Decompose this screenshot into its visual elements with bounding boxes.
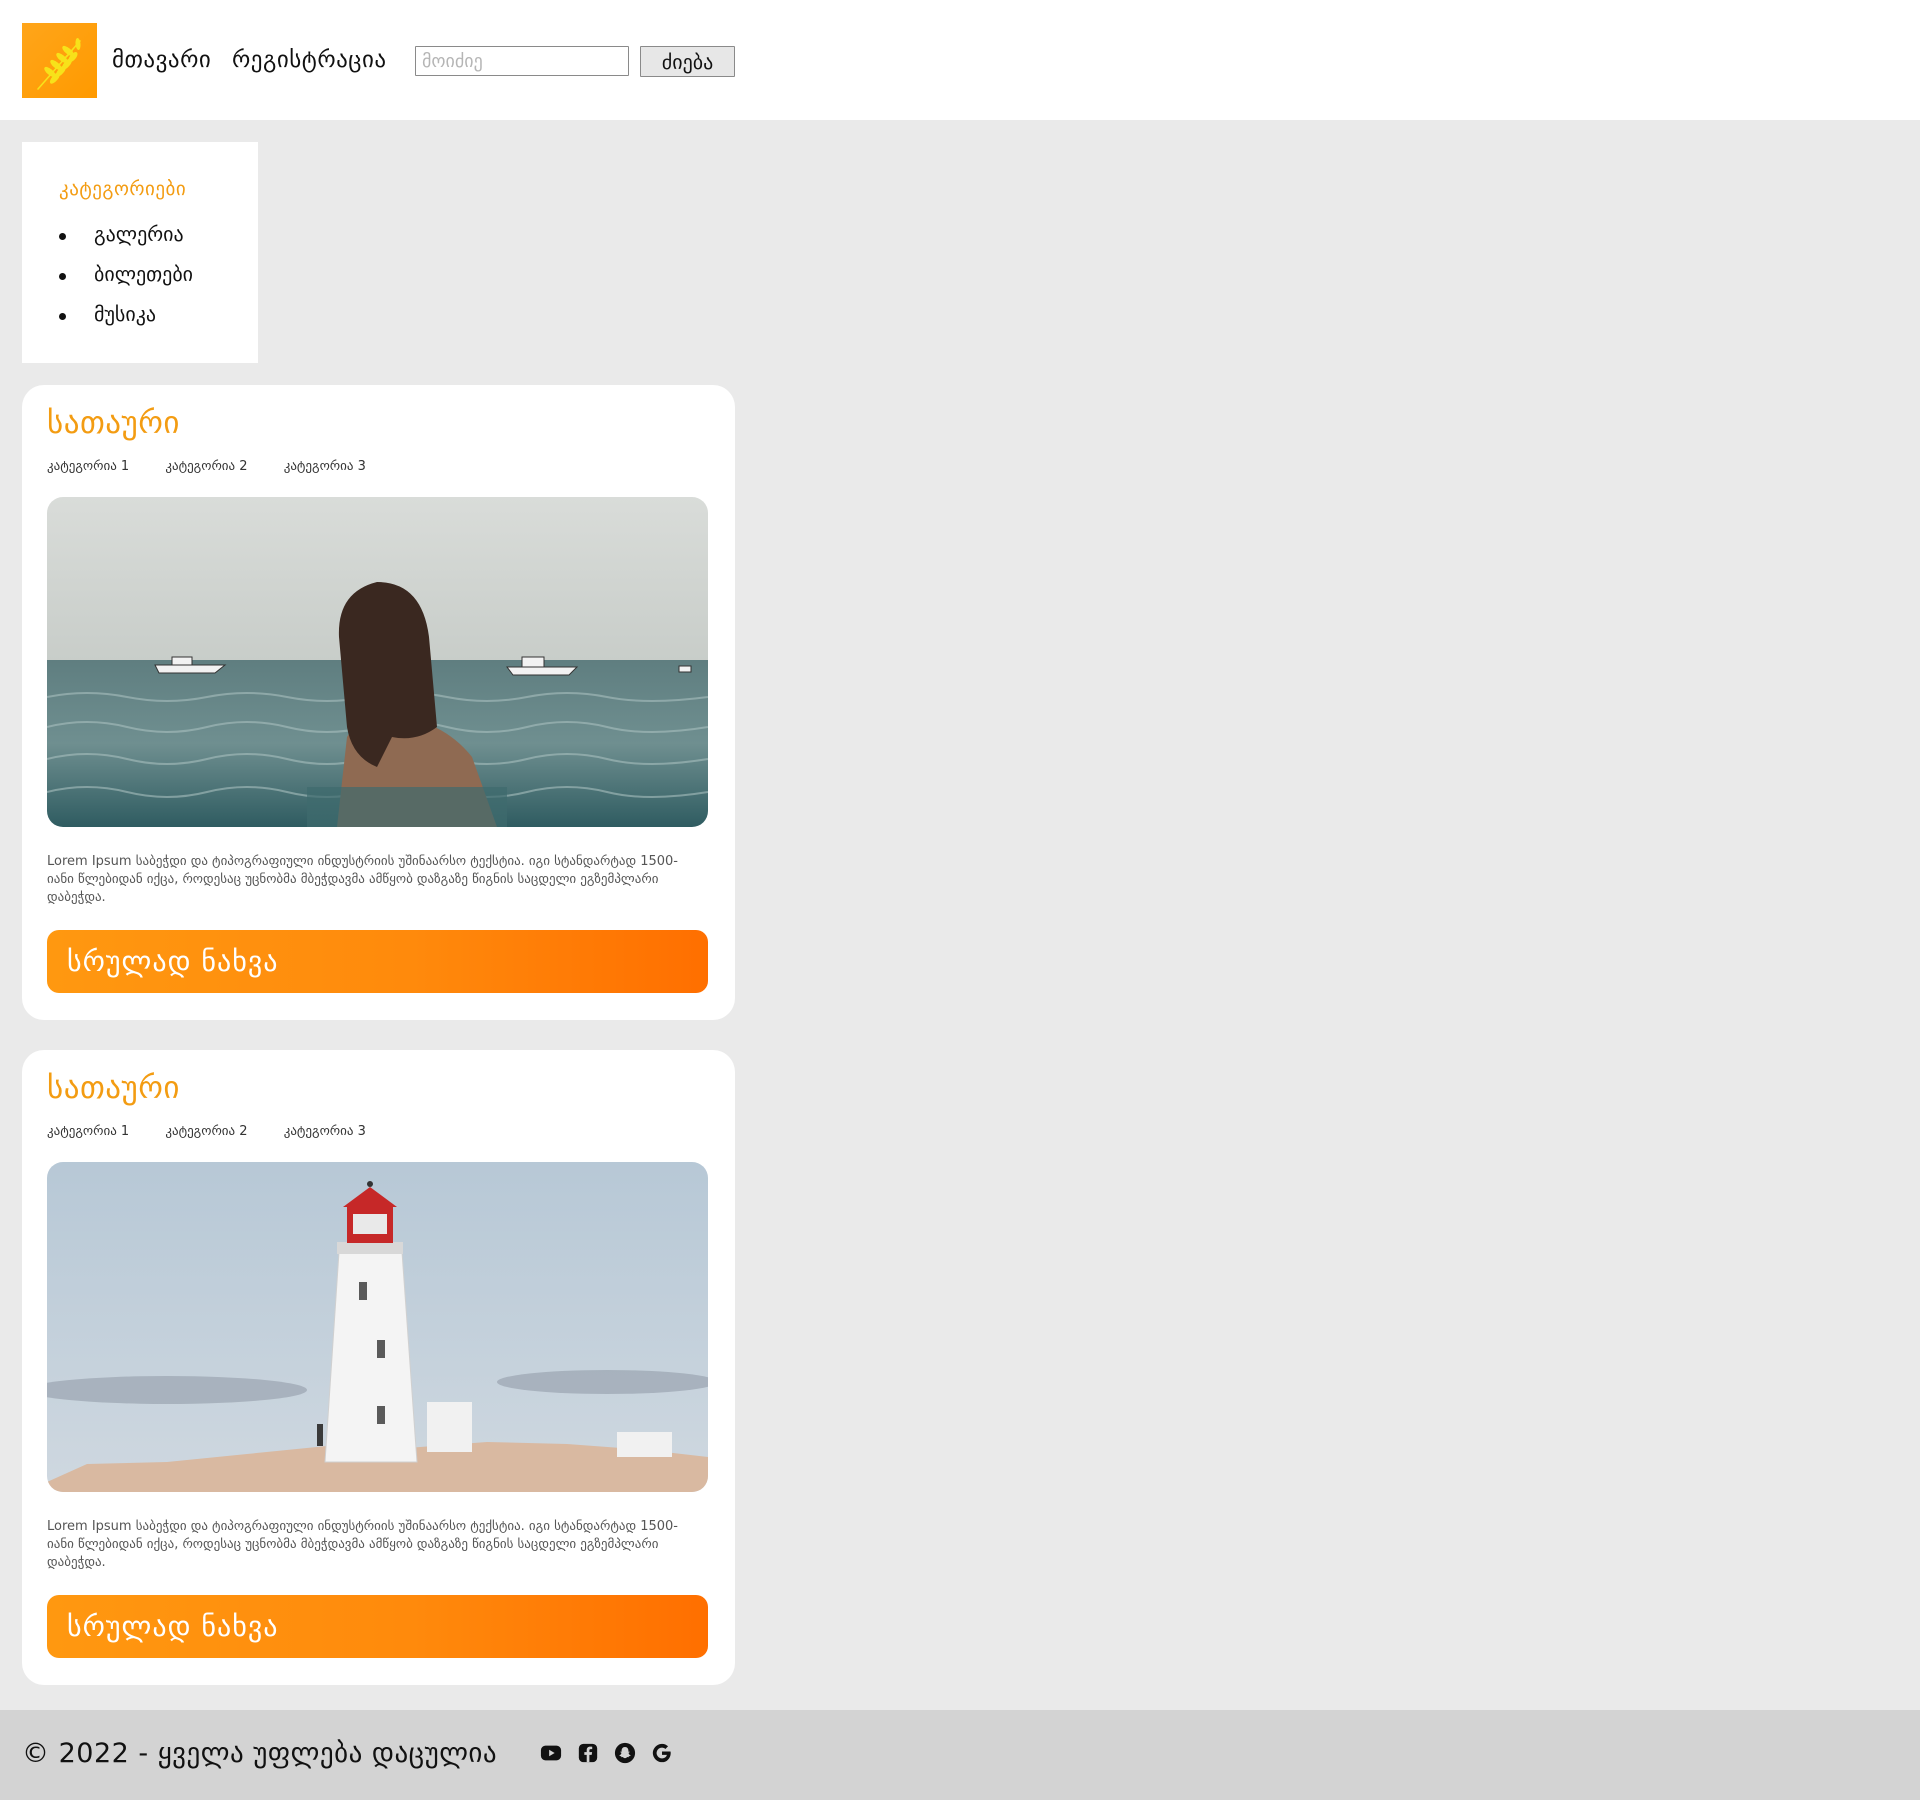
copyright-text: © 2022 - ყველა უფლება დაცულია: [22, 1738, 498, 1769]
site-header: მთავარი რეგისტრაცია ძიება: [0, 0, 1920, 120]
read-more-button[interactable]: სრულად ნახვა: [47, 930, 708, 993]
site-footer: © 2022 - ყველა უფლება დაცულია: [0, 1710, 1920, 1800]
search-input[interactable]: [415, 46, 629, 76]
post-card: სათაური კატეგორია 1 კატეგორია 2 კატეგორი…: [22, 385, 735, 1020]
post-tag[interactable]: კატეგორია 2: [165, 459, 247, 474]
category-label[interactable]: მუსიკა: [94, 302, 156, 326]
search-button[interactable]: ძიება: [640, 46, 735, 77]
nav-register[interactable]: რეგისტრაცია: [232, 47, 387, 73]
post-image-swimmer: [47, 497, 708, 827]
post-excerpt: Lorem Ipsum საბეჭდი და ტიპოგრაფიული ინდუ…: [47, 854, 678, 905]
facebook-icon[interactable]: [577, 1742, 599, 1764]
post-tag[interactable]: კატეგორია 3: [284, 459, 366, 474]
post-excerpt: Lorem Ipsum საბეჭდი და ტიპოგრაფიული ინდუ…: [47, 1519, 678, 1570]
post-title[interactable]: სათაური: [47, 1070, 180, 1106]
post-card: სათაური კატეგორია 1 კატეგორია 2 კატეგორი…: [22, 1050, 735, 1685]
bullet-icon: [59, 233, 66, 240]
post-tag[interactable]: კატეგორია 2: [165, 1124, 247, 1139]
categories-panel: კატეგორიები გალერია ბილეთები მუსიკა: [22, 142, 258, 363]
post-tag[interactable]: კატეგორია 3: [284, 1124, 366, 1139]
category-label[interactable]: გალერია: [94, 222, 184, 246]
category-label[interactable]: ბილეთები: [94, 262, 193, 286]
wheat-logo-icon: [37, 38, 81, 90]
post-tags: კატეგორია 1 კატეგორია 2 კატეგორია 3: [47, 459, 398, 474]
post-tag[interactable]: კატეგორია 1: [47, 1124, 129, 1139]
snapchat-icon[interactable]: [614, 1742, 636, 1764]
google-icon[interactable]: [651, 1742, 673, 1764]
bullet-icon: [59, 273, 66, 280]
post-image-lighthouse: [47, 1162, 708, 1492]
categories-title: კატეგორიები: [59, 178, 187, 200]
post-tag[interactable]: კატეგორია 1: [47, 459, 129, 474]
post-tags: კატეგორია 1 კატეგორია 2 კატეგორია 3: [47, 1124, 398, 1139]
bullet-icon: [59, 313, 66, 320]
nav-home[interactable]: მთავარი: [112, 47, 211, 73]
post-title[interactable]: სათაური: [47, 405, 180, 441]
read-more-button[interactable]: სრულად ნახვა: [47, 1595, 708, 1658]
site-logo[interactable]: [22, 23, 97, 98]
youtube-icon[interactable]: [540, 1742, 562, 1764]
